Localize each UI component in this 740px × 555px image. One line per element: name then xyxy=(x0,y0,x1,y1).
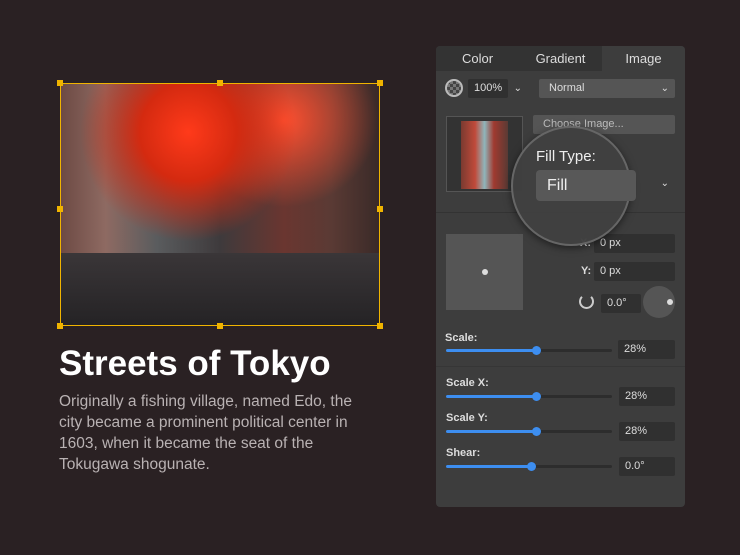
scale-y-slider[interactable] xyxy=(446,427,612,436)
fill-panel: Color Gradient Image 100% ⌄ Normal ⌄ Choo… xyxy=(436,46,685,507)
blend-mode-select[interactable]: Normal ⌄ xyxy=(539,79,675,98)
resize-handle[interactable] xyxy=(377,80,383,86)
fill-type-label: Fill Type: xyxy=(536,148,596,165)
y-field[interactable]: 0 px xyxy=(594,262,675,281)
scale-y-field[interactable]: 28% xyxy=(619,422,675,441)
resize-handle[interactable] xyxy=(377,323,383,329)
selected-image[interactable] xyxy=(60,83,380,326)
x-field[interactable]: 0 px xyxy=(594,234,675,253)
article-title: Streets of Tokyo xyxy=(59,344,331,383)
chevron-down-icon: ⌄ xyxy=(660,83,669,94)
scale-field[interactable]: 28% xyxy=(618,340,675,359)
scale-label: Scale: xyxy=(445,332,478,344)
scale-x-slider[interactable] xyxy=(446,392,612,401)
scale-x-label: Scale X: xyxy=(446,377,489,389)
scale-x-field[interactable]: 28% xyxy=(619,387,675,406)
y-label: Y: xyxy=(581,265,592,277)
fill-type-magnifier: Fill Type: Fill xyxy=(511,126,636,246)
position-pad[interactable] xyxy=(446,234,523,310)
shear-slider[interactable] xyxy=(446,462,612,471)
tab-color[interactable]: Color xyxy=(436,46,519,71)
resize-handle[interactable] xyxy=(57,323,63,329)
shear-field[interactable]: 0.0° xyxy=(619,457,675,476)
resize-handle[interactable] xyxy=(217,80,223,86)
scale-y-label: Scale Y: xyxy=(446,412,488,424)
resize-handle[interactable] xyxy=(217,323,223,329)
opacity-checker-icon xyxy=(445,79,463,97)
fill-type-value[interactable]: Fill xyxy=(536,170,636,201)
blend-mode-value: Normal xyxy=(549,82,585,94)
chevron-down-icon: ⌄ xyxy=(513,83,522,94)
resize-handle[interactable] xyxy=(57,80,63,86)
rotation-dial[interactable] xyxy=(643,286,675,318)
tab-image[interactable]: Image xyxy=(602,46,685,71)
position-dot[interactable] xyxy=(482,269,488,275)
resize-handle[interactable] xyxy=(57,206,63,212)
opacity-field[interactable]: 100% xyxy=(468,79,508,98)
tab-gradient[interactable]: Gradient xyxy=(519,46,602,71)
chevron-down-icon: ⌄ xyxy=(660,178,669,189)
article-description: Originally a fishing village, named Edo,… xyxy=(59,393,352,473)
rotation-field[interactable]: 0.0° xyxy=(601,294,641,313)
resize-handle[interactable] xyxy=(377,206,383,212)
rotate-icon xyxy=(579,294,594,309)
shear-label: Shear: xyxy=(446,447,481,459)
scale-slider[interactable] xyxy=(446,346,612,355)
